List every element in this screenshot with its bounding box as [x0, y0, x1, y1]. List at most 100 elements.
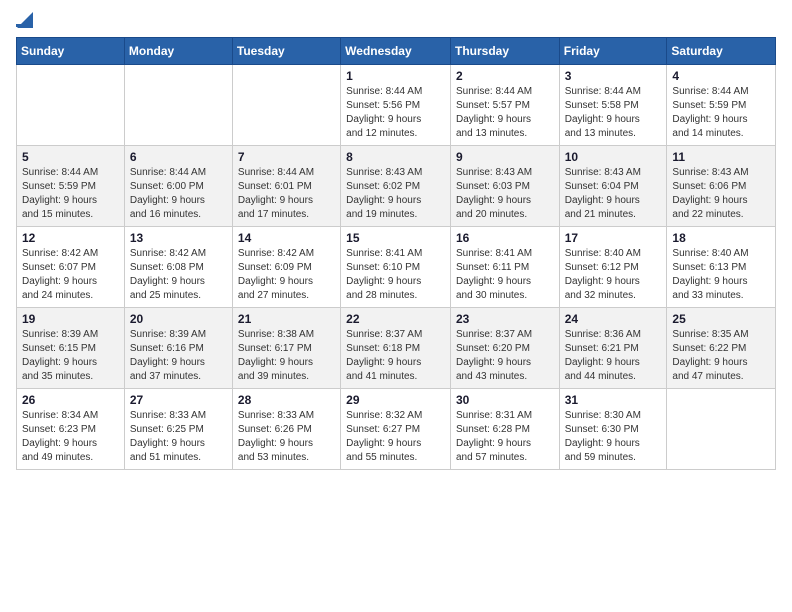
day-number: 5	[22, 150, 119, 164]
day-number: 26	[22, 393, 119, 407]
weekday-header-tuesday: Tuesday	[232, 38, 340, 65]
day-info: Sunrise: 8:43 AM Sunset: 6:02 PM Dayligh…	[346, 166, 445, 222]
calendar-cell: 24Sunrise: 8:36 AM Sunset: 6:21 PM Dayli…	[559, 308, 667, 389]
calendar-week-row: 26 Sunrise: 8:34 AM Sunset: 6:23 PM Dayli…	[17, 389, 776, 470]
day-number: 18	[672, 231, 770, 245]
day-number: 23	[456, 312, 554, 326]
day-info: Sunrise: 8:43 AM Sunset: 6:04 PM Dayligh…	[565, 166, 662, 222]
day-number: 15	[346, 231, 445, 245]
day-number: 8	[346, 150, 445, 164]
day-number: 12	[22, 231, 119, 245]
day-number: 31	[565, 393, 662, 407]
day-number: 21	[238, 312, 335, 326]
day-info: Sunrise: 8:31 AM Sunset: 6:28 PM Dayligh…	[456, 409, 554, 465]
calendar-cell: 22 Sunrise: 8:37 AM Sunset: 6:18 PM Dayli…	[341, 308, 451, 389]
day-number: 1	[346, 69, 445, 83]
day-number: 2	[456, 69, 554, 83]
day-info: Sunrise: 8:44 AM Sunset: 6:00 PM Dayligh…	[130, 166, 227, 222]
calendar-cell: 15 Sunrise: 8:41 AM Sunset: 6:10 PM Dayli…	[341, 227, 451, 308]
day-number: 7	[238, 150, 335, 164]
calendar-cell	[232, 65, 340, 146]
day-info: Sunrise: 8:35 AM Sunset: 6:22 PM Dayligh…	[672, 328, 770, 384]
calendar-cell: 8 Sunrise: 8:43 AM Sunset: 6:02 PM Daylig…	[341, 146, 451, 227]
day-info: Sunrise: 8:37 AM Sunset: 6:18 PM Dayligh…	[346, 328, 445, 384]
day-number: 30	[456, 393, 554, 407]
day-number: 10	[565, 150, 662, 164]
day-info: Sunrise: 8:33 AM Sunset: 6:25 PM Dayligh…	[130, 409, 227, 465]
logo	[16, 16, 33, 27]
calendar-header: SundayMondayTuesdayWednesdayThursdayFrid…	[17, 38, 776, 65]
day-number: 27	[130, 393, 227, 407]
calendar-cell: 1 Sunrise: 8:44 AM Sunset: 5:56 PM Daylig…	[341, 65, 451, 146]
day-info: Sunrise: 8:44 AM Sunset: 5:58 PM Dayligh…	[565, 85, 662, 141]
day-number: 29	[346, 393, 445, 407]
calendar-cell: 21 Sunrise: 8:38 AM Sunset: 6:17 PM Dayli…	[232, 308, 340, 389]
day-number: 3	[565, 69, 662, 83]
day-info: Sunrise: 8:41 AM Sunset: 6:11 PM Dayligh…	[456, 247, 554, 303]
day-number: 14	[238, 231, 335, 245]
logo-line	[16, 24, 30, 27]
day-info: Sunrise: 8:44 AM Sunset: 5:56 PM Dayligh…	[346, 85, 445, 141]
day-number: 20	[130, 312, 227, 326]
day-number: 11	[672, 150, 770, 164]
calendar-cell: 19 Sunrise: 8:39 AM Sunset: 6:15 PM Dayli…	[17, 308, 125, 389]
day-number: 9	[456, 150, 554, 164]
calendar-cell: 16 Sunrise: 8:41 AM Sunset: 6:11 PM Dayli…	[450, 227, 559, 308]
day-info: Sunrise: 8:43 AM Sunset: 6:03 PM Dayligh…	[456, 166, 554, 222]
calendar-cell: 7 Sunrise: 8:44 AM Sunset: 6:01 PM Daylig…	[232, 146, 340, 227]
weekday-header-sunday: Sunday	[17, 38, 125, 65]
calendar-cell: 13 Sunrise: 8:42 AM Sunset: 6:08 PM Dayli…	[124, 227, 232, 308]
weekday-header-row: SundayMondayTuesdayWednesdayThursdayFrid…	[17, 38, 776, 65]
weekday-header-thursday: Thursday	[450, 38, 559, 65]
day-info: Sunrise: 8:32 AM Sunset: 6:27 PM Dayligh…	[346, 409, 445, 465]
day-number: 13	[130, 231, 227, 245]
calendar-cell: 11Sunrise: 8:43 AM Sunset: 6:06 PM Dayli…	[667, 146, 776, 227]
calendar-cell: 14 Sunrise: 8:42 AM Sunset: 6:09 PM Dayli…	[232, 227, 340, 308]
day-info: Sunrise: 8:42 AM Sunset: 6:08 PM Dayligh…	[130, 247, 227, 303]
calendar-cell: 18 Sunrise: 8:40 AM Sunset: 6:13 PM Dayli…	[667, 227, 776, 308]
day-info: Sunrise: 8:39 AM Sunset: 6:16 PM Dayligh…	[130, 328, 227, 384]
day-number: 22	[346, 312, 445, 326]
calendar-cell: 25 Sunrise: 8:35 AM Sunset: 6:22 PM Dayli…	[667, 308, 776, 389]
day-info: Sunrise: 8:44 AM Sunset: 6:01 PM Dayligh…	[238, 166, 335, 222]
day-number: 4	[672, 69, 770, 83]
day-info: Sunrise: 8:30 AM Sunset: 6:30 PM Dayligh…	[565, 409, 662, 465]
calendar-cell: 26 Sunrise: 8:34 AM Sunset: 6:23 PM Dayli…	[17, 389, 125, 470]
day-info: Sunrise: 8:34 AM Sunset: 6:23 PM Dayligh…	[22, 409, 119, 465]
calendar-table: SundayMondayTuesdayWednesdayThursdayFrid…	[16, 37, 776, 470]
calendar-cell: 3 Sunrise: 8:44 AM Sunset: 5:58 PM Daylig…	[559, 65, 667, 146]
day-info: Sunrise: 8:40 AM Sunset: 6:13 PM Dayligh…	[672, 247, 770, 303]
day-number: 19	[22, 312, 119, 326]
calendar-cell: 30 Sunrise: 8:31 AM Sunset: 6:28 PM Dayli…	[450, 389, 559, 470]
day-info: Sunrise: 8:44 AM Sunset: 5:57 PM Dayligh…	[456, 85, 554, 141]
calendar-week-row: 5 Sunrise: 8:44 AM Sunset: 5:59 PM Daylig…	[17, 146, 776, 227]
day-number: 25	[672, 312, 770, 326]
day-info: Sunrise: 8:37 AM Sunset: 6:20 PM Dayligh…	[456, 328, 554, 384]
calendar-cell: 27 Sunrise: 8:33 AM Sunset: 6:25 PM Dayli…	[124, 389, 232, 470]
calendar-cell: 31 Sunrise: 8:30 AM Sunset: 6:30 PM Dayli…	[559, 389, 667, 470]
day-info: Sunrise: 8:41 AM Sunset: 6:10 PM Dayligh…	[346, 247, 445, 303]
calendar-cell: 9 Sunrise: 8:43 AM Sunset: 6:03 PM Daylig…	[450, 146, 559, 227]
weekday-header-saturday: Saturday	[667, 38, 776, 65]
day-info: Sunrise: 8:42 AM Sunset: 6:09 PM Dayligh…	[238, 247, 335, 303]
day-number: 28	[238, 393, 335, 407]
calendar-cell	[667, 389, 776, 470]
weekday-header-monday: Monday	[124, 38, 232, 65]
day-number: 16	[456, 231, 554, 245]
calendar-cell: 20 Sunrise: 8:39 AM Sunset: 6:16 PM Dayli…	[124, 308, 232, 389]
weekday-header-friday: Friday	[559, 38, 667, 65]
calendar-cell: 17 Sunrise: 8:40 AM Sunset: 6:12 PM Dayli…	[559, 227, 667, 308]
day-info: Sunrise: 8:38 AM Sunset: 6:17 PM Dayligh…	[238, 328, 335, 384]
calendar-cell: 5 Sunrise: 8:44 AM Sunset: 5:59 PM Daylig…	[17, 146, 125, 227]
day-number: 24	[565, 312, 662, 326]
calendar-cell: 6Sunrise: 8:44 AM Sunset: 6:00 PM Daylig…	[124, 146, 232, 227]
calendar-cell: 12Sunrise: 8:42 AM Sunset: 6:07 PM Dayli…	[17, 227, 125, 308]
calendar-cell	[124, 65, 232, 146]
calendar-week-row: 19 Sunrise: 8:39 AM Sunset: 6:15 PM Dayli…	[17, 308, 776, 389]
calendar-cell: 23 Sunrise: 8:37 AM Sunset: 6:20 PM Dayli…	[450, 308, 559, 389]
day-info: Sunrise: 8:44 AM Sunset: 5:59 PM Dayligh…	[22, 166, 119, 222]
day-info: Sunrise: 8:40 AM Sunset: 6:12 PM Dayligh…	[565, 247, 662, 303]
day-number: 17	[565, 231, 662, 245]
day-info: Sunrise: 8:44 AM Sunset: 5:59 PM Dayligh…	[672, 85, 770, 141]
day-info: Sunrise: 8:39 AM Sunset: 6:15 PM Dayligh…	[22, 328, 119, 384]
